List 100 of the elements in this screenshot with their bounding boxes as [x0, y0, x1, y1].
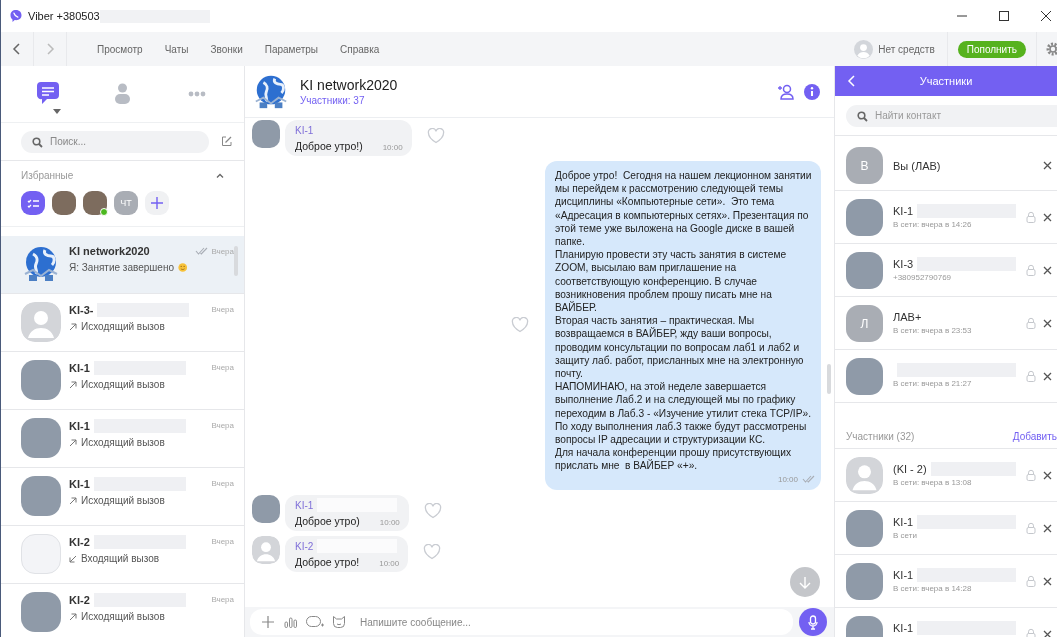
settings-icon[interactable] [1045, 42, 1057, 56]
scrollbar-thumb[interactable] [827, 364, 831, 394]
contact-search-field[interactable]: Найти контакт [846, 104, 1057, 127]
remove-icon[interactable] [1043, 371, 1052, 381]
member-row[interactable]: (KI - 2) В сети: вчера в 13:08 [835, 449, 1057, 502]
menu-item[interactable]: Параметры [264, 43, 319, 55]
window-title: Viber +380503 [28, 10, 100, 22]
member-name: KI-1 [893, 621, 914, 634]
chat-time: Вчера [211, 595, 234, 604]
outgoing-call-icon [69, 322, 77, 331]
collapse-caret-icon[interactable] [216, 172, 224, 178]
member-row[interactable]: KI-3 +380952790769 [835, 244, 1057, 297]
member-name: Вы (ЛАВ) [893, 159, 941, 172]
chat-list-item[interactable]: KI network2020 Я: Занятие завершено Вчера [1, 236, 244, 294]
photo-placeholder [252, 494, 280, 523]
member-row[interactable]: KI-1 [835, 608, 1057, 637]
members-count-link[interactable]: Участники: 37 [300, 95, 765, 106]
outgoing-call-icon [69, 438, 77, 447]
menu-item[interactable]: Справка [340, 43, 380, 55]
remove-icon[interactable] [1043, 265, 1052, 275]
caret-down-icon[interactable] [53, 109, 62, 114]
chat-name: KI-1 [69, 478, 90, 490]
chat-name: KI network2020 [69, 245, 150, 257]
chat-list-item[interactable]: KI-1 Исходящий вызов Вчера [1, 410, 244, 468]
chats-tab[interactable] [36, 81, 61, 107]
menu-item[interactable]: Чаты [164, 43, 189, 55]
maximize-icon[interactable] [999, 11, 1009, 21]
avatar-icon [846, 457, 883, 494]
back-button[interactable] [847, 74, 857, 88]
chat-list-item[interactable]: KI-2 Входящий вызов Вчера [1, 526, 244, 584]
chat-time: Вчера [211, 537, 234, 546]
avatar-icon [252, 535, 280, 564]
favorite-list-button[interactable] [21, 191, 45, 215]
chat-preview: Входящий вызов [81, 553, 160, 564]
compose-icon[interactable] [221, 136, 232, 147]
member-row[interactable]: KI-1 В сети: вчера в 14:26 [835, 191, 1057, 244]
remove-icon[interactable] [1043, 161, 1052, 170]
chat-list-item[interactable]: KI-1 Исходящий вызов Вчера [1, 352, 244, 410]
photo-placeholder [21, 360, 61, 400]
outgoing-call-icon [69, 380, 77, 389]
member-row[interactable]: KI-1 В сети: вчера в 14:28 [835, 555, 1057, 608]
search-icon [857, 110, 868, 122]
chat-time: Вчера [211, 247, 234, 256]
favorites-title: Избранные [21, 169, 74, 181]
message-time: 10:00 [777, 474, 798, 484]
chat-name: KI-1 [69, 362, 90, 374]
remove-icon[interactable] [1043, 576, 1052, 586]
chat-time: Вчера [211, 305, 234, 314]
chat-preview: Исходящий вызов [81, 379, 165, 390]
letter-avatar: Л [846, 305, 883, 342]
outgoing-call-icon [69, 612, 77, 621]
chat-list-item[interactable]: KI-3- Исходящий вызов Вчера [1, 294, 244, 352]
add-favorite-button[interactable] [145, 191, 169, 215]
member-row[interactable]: Л ЛАВ+ В сети: вчера в 23:53 [835, 297, 1057, 350]
remove-icon[interactable] [1043, 523, 1052, 533]
more-tab[interactable] [187, 91, 206, 97]
plus-icon[interactable] [262, 616, 274, 628]
outgoing-call-icon [69, 496, 77, 505]
search-icon [32, 136, 43, 148]
menu-item[interactable]: Просмотр [97, 43, 143, 55]
chat-time: Вчера [211, 421, 234, 430]
section-title: Участники (32) [846, 431, 915, 442]
chat-preview: Исходящий вызов [81, 437, 165, 448]
add-member-link[interactable]: Добавить [1012, 431, 1057, 442]
remove-icon[interactable] [1043, 470, 1052, 480]
chat-name: KI-3- [69, 304, 94, 316]
voice-message-button[interactable] [799, 608, 827, 636]
member-status: В сети [893, 531, 918, 540]
audio-bars-icon[interactable] [284, 616, 298, 628]
menu-item[interactable]: Звонки [210, 43, 243, 55]
member-name: KI-1 [893, 204, 914, 217]
list-icon [27, 198, 39, 208]
letter-avatar: В [846, 147, 883, 184]
back-button[interactable] [12, 42, 22, 56]
chat-list-item[interactable]: KI-1 Исходящий вызов Вчера [1, 468, 244, 526]
message-text: Доброе утро!) [295, 140, 363, 152]
search-field[interactable]: Поиск... [21, 130, 209, 153]
account-avatar-icon [854, 39, 874, 59]
member-status: +380952790769 [893, 273, 953, 282]
sticker-icon[interactable] [332, 615, 346, 629]
contacts-tab[interactable] [114, 83, 131, 105]
add-member-icon[interactable] [775, 83, 794, 100]
chat-preview: Исходящий вызов [81, 611, 165, 622]
chat-list-item[interactable]: KI-2 Исходящий вызов Вчера [1, 584, 244, 637]
member-name: (KI - 2) [893, 462, 927, 475]
remove-icon[interactable] [1043, 629, 1052, 637]
favorite-photo[interactable] [52, 191, 76, 215]
member-name: KI-3 [893, 257, 914, 270]
member-row[interactable]: KI-1 В сети [835, 502, 1057, 555]
plus-icon [151, 197, 163, 209]
favorite-photo[interactable] [83, 191, 107, 215]
member-row[interactable]: В Вы (ЛАВ) [835, 141, 1057, 191]
close-icon[interactable] [1041, 11, 1051, 21]
message-time: 10:00 [382, 143, 403, 152]
photo-placeholder [846, 563, 883, 600]
remove-icon[interactable] [1043, 318, 1052, 328]
info-icon[interactable] [804, 83, 820, 100]
gif-icon[interactable] [306, 616, 324, 628]
message-input[interactable]: Напишите сообщение... [250, 609, 793, 635]
remove-icon[interactable] [1043, 212, 1052, 222]
